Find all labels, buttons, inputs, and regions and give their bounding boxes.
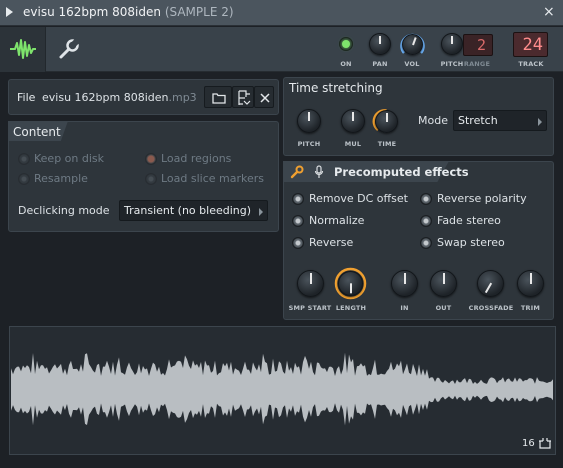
length-knob[interactable] [334,267,367,300]
reverse-polarity-label: Reverse polarity [437,192,527,205]
waveform-view[interactable]: 16 [9,326,556,455]
range-label: RANGE [463,60,491,68]
zoom-value: 16 [522,438,535,449]
reverse-polarity-radio[interactable] [420,193,432,205]
fade-stereo-radio[interactable] [420,215,432,227]
track-label: TRACK [518,60,544,68]
on-label: ON [340,60,352,68]
reverse-label: Reverse [309,236,354,249]
normalize-radio[interactable] [292,215,304,227]
window-menu-arrow-icon[interactable] [6,7,13,17]
window-title-subtitle: (SAMPLE 2) [164,5,234,19]
normalize-label: Normalize [309,214,365,227]
track-display[interactable]: 24 [513,32,548,57]
zoom-fit-icon[interactable] [539,438,551,449]
wrench-accent-icon[interactable] [290,165,304,179]
keep-on-disk-label: Keep on disk [34,152,105,165]
waveform-shape [11,352,553,426]
ts-pitch-label: PITCH [297,140,321,148]
trim-knob[interactable] [517,270,544,297]
declicking-mode-select[interactable]: Transient (no bleeding) [119,200,268,221]
precomputed-effects-panel: Precomputed effects Remove DC offset Rev… [283,161,554,320]
precomputed-title: Precomputed effects [334,165,469,179]
file-name: evisu 162bpm 808iden.mp3 [42,91,197,104]
mode-label: Mode [418,114,448,127]
load-slice-markers-radio[interactable] [145,173,157,185]
content-title: Content [13,125,61,139]
mode-value: Stretch [458,114,498,127]
pan-knob[interactable] [369,33,391,55]
file-panel: File evisu 162bpm 808iden.mp3 [8,79,279,115]
declicking-mode-value: Transient (no bleeding) [124,204,252,217]
time-stretching-panel: Time stretching PITCH MUL TIME Mode Stre… [283,77,554,156]
out-label: OUT [435,304,452,312]
declicking-mode-label: Declicking mode [18,204,110,217]
smp-start-knob[interactable] [297,270,324,297]
remove-dc-offset-label: Remove DC offset [309,192,408,205]
in-knob[interactable] [391,270,418,297]
on-led-light [342,40,350,48]
file-ext: .mp3 [168,91,197,104]
reverse-radio[interactable] [292,237,304,249]
tab-waveform[interactable] [0,27,46,72]
ts-mul-label: MUL [344,140,362,148]
microphone-icon[interactable] [314,165,324,179]
smp-start-label: SMP START [288,304,332,312]
mode-select[interactable]: Stretch [453,110,547,131]
load-slice-markers-label: Load slice markers [161,172,265,185]
window-title-name: evisu 162bpm 808iden [23,5,161,19]
wrench-icon [59,38,80,59]
file-label: File [17,91,36,104]
clear-file-button[interactable] [254,86,274,108]
close-icon[interactable]: × [543,4,555,20]
vol-label: VOL [404,60,420,68]
mode-arrow-icon [538,118,542,126]
declicking-arrow-icon [259,208,263,216]
file-name-base: evisu 162bpm 808iden [42,91,169,104]
on-led[interactable] [339,37,353,51]
tab-settings[interactable] [46,27,90,72]
remove-dc-offset-radio[interactable] [292,193,304,205]
crossfade-knob[interactable] [477,270,504,297]
ts-mul-knob[interactable] [341,109,365,133]
fade-stereo-label: Fade stereo [437,214,501,227]
content-panel: Content Keep on disk Load regions Resamp… [8,121,279,232]
ts-time-knob[interactable] [372,107,401,136]
toolbar: ON PAN VOL PITCH 2 RANGE 24 TRACK [0,27,563,72]
crossfade-label: CROSSFADE [468,304,514,312]
pitch-knob[interactable] [441,33,463,55]
window-title: evisu 162bpm 808iden (SAMPLE 2) [23,5,234,19]
waveform-icon [10,39,36,59]
load-regions-label: Load regions [161,152,232,165]
load-regions-radio[interactable] [145,153,157,165]
ts-pitch-knob[interactable] [297,109,321,133]
title-bar[interactable]: evisu 162bpm 808iden (SAMPLE 2) × [0,0,563,26]
vol-knob[interactable] [398,30,427,59]
waveform-graphic [11,352,553,426]
out-knob[interactable] [430,270,457,297]
pan-label: PAN [372,60,388,68]
keep-on-disk-radio[interactable] [18,153,30,165]
folder-icon [212,93,226,104]
close-file-icon [260,93,270,103]
track-value: 24 [522,35,543,55]
in-label: IN [400,304,409,312]
swap-stereo-label: Swap stereo [437,236,505,249]
resample-label: Resample [34,172,88,185]
range-display[interactable]: 2 [463,34,493,56]
swap-stereo-radio[interactable] [420,237,432,249]
trim-label: TRIM [520,304,541,312]
ts-time-label: TIME [377,140,397,148]
length-label: LENGTH [335,304,367,312]
range-value: 2 [476,36,486,54]
resample-radio[interactable] [18,173,30,185]
locate-file-button[interactable] [232,86,254,108]
file-locate-icon [238,90,251,105]
time-stretching-title: Time stretching [289,81,383,95]
open-file-button[interactable] [204,86,232,108]
